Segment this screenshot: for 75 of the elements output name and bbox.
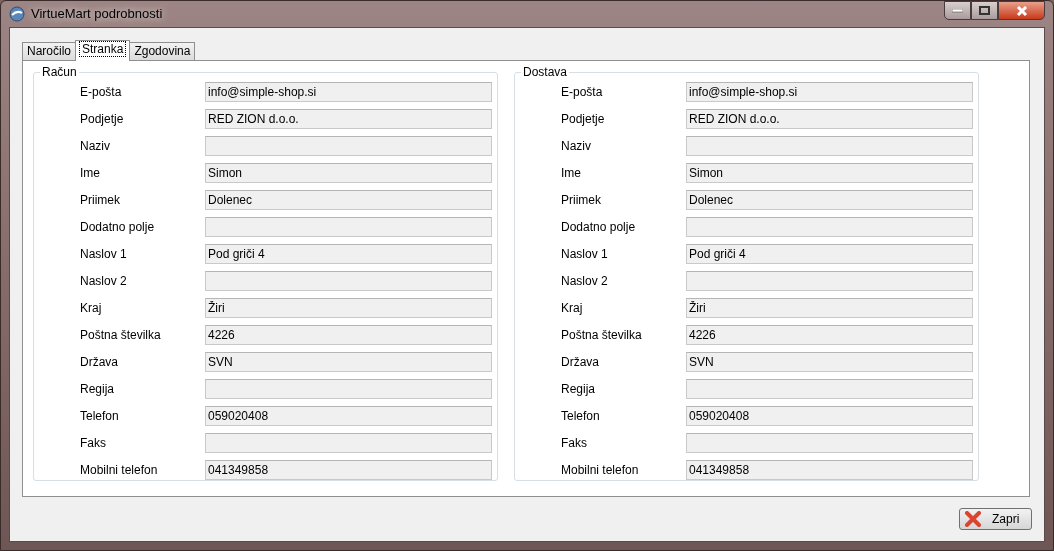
input-field[interactable] bbox=[686, 216, 973, 237]
input-field[interactable] bbox=[686, 378, 973, 399]
input-field[interactable]: SVN bbox=[205, 351, 492, 372]
field-label: Naslov 1 bbox=[80, 245, 128, 263]
field-label: Naslov 1 bbox=[561, 245, 609, 263]
tab[interactable]: Stranka bbox=[75, 40, 131, 61]
field-label: Mobilni telefon bbox=[80, 461, 159, 479]
field-label: Naslov 2 bbox=[561, 272, 609, 290]
maximize-icon bbox=[979, 6, 990, 15]
input-field[interactable] bbox=[686, 135, 973, 156]
input-field[interactable]: Žiri bbox=[686, 297, 973, 318]
input-field[interactable] bbox=[205, 432, 492, 453]
minimize-button[interactable] bbox=[944, 1, 971, 20]
tab[interactable]: Zgodovina bbox=[129, 42, 196, 60]
input-field[interactable]: Žiri bbox=[205, 297, 492, 318]
input-field[interactable]: 041349858 bbox=[686, 459, 973, 480]
input-field[interactable] bbox=[686, 270, 973, 291]
field-label: Poštna številka bbox=[80, 326, 162, 344]
field-label: Poštna številka bbox=[561, 326, 643, 344]
field-label: Ime bbox=[80, 164, 101, 182]
field-label: Kraj bbox=[561, 299, 584, 317]
field-label: Kraj bbox=[80, 299, 103, 317]
input-field[interactable]: Pod griči 4 bbox=[686, 243, 973, 264]
field-label: Regija bbox=[561, 380, 597, 398]
input-field[interactable] bbox=[205, 135, 492, 156]
field-label: Dodatno polje bbox=[561, 218, 637, 236]
field-label: Država bbox=[561, 353, 600, 371]
input-field[interactable]: 059020408 bbox=[686, 405, 973, 426]
input-field[interactable]: RED ZION d.o.o. bbox=[686, 108, 973, 129]
input-field[interactable]: RED ZION d.o.o. bbox=[205, 108, 492, 129]
field-label: Ime bbox=[561, 164, 582, 182]
field-label: E-pošta bbox=[561, 83, 604, 101]
input-field[interactable]: 4226 bbox=[205, 324, 492, 345]
window-title: VirtueMart podrobnosti bbox=[31, 5, 163, 24]
field-label: Podjetje bbox=[561, 110, 606, 128]
close-button[interactable] bbox=[998, 1, 1045, 20]
input-field[interactable]: 059020408 bbox=[205, 405, 492, 426]
minimize-icon bbox=[952, 8, 963, 13]
field-label: Dodatno polje bbox=[80, 218, 156, 236]
field-label: Mobilni telefon bbox=[561, 461, 640, 479]
field-label: Priimek bbox=[561, 191, 602, 209]
close-button[interactable]: Zapri bbox=[959, 508, 1032, 530]
field-label: Naziv bbox=[80, 137, 111, 155]
maximize-button[interactable] bbox=[971, 1, 998, 20]
cross-icon bbox=[964, 511, 982, 527]
input-field[interactable] bbox=[205, 378, 492, 399]
field-label: Država bbox=[80, 353, 119, 371]
input-field[interactable]: info@simple-shop.si bbox=[205, 81, 492, 102]
field-label: Podjetje bbox=[80, 110, 125, 128]
input-field[interactable]: Pod griči 4 bbox=[205, 243, 492, 264]
input-field[interactable] bbox=[205, 270, 492, 291]
close-icon bbox=[1015, 5, 1028, 16]
field-label: Priimek bbox=[80, 191, 121, 209]
input-field[interactable]: Simon bbox=[205, 162, 492, 183]
field-label: Faks bbox=[561, 434, 588, 452]
input-field[interactable] bbox=[686, 432, 973, 453]
input-field[interactable]: 041349858 bbox=[205, 459, 492, 480]
field-label: Regija bbox=[80, 380, 116, 398]
input-field[interactable]: Dolenec bbox=[686, 189, 973, 210]
input-field[interactable]: Dolenec bbox=[205, 189, 492, 210]
field-label: Naziv bbox=[561, 137, 592, 155]
field-label: Telefon bbox=[561, 407, 601, 425]
field-label: Faks bbox=[80, 434, 107, 452]
input-field[interactable]: 4226 bbox=[686, 324, 973, 345]
app-icon bbox=[9, 6, 25, 22]
input-field[interactable]: SVN bbox=[686, 351, 973, 372]
field-label: E-pošta bbox=[80, 83, 123, 101]
group-title: Račun bbox=[40, 65, 79, 79]
input-field[interactable] bbox=[205, 216, 492, 237]
input-field[interactable]: info@simple-shop.si bbox=[686, 81, 973, 102]
input-field[interactable]: Simon bbox=[686, 162, 973, 183]
tab[interactable]: Naročilo bbox=[22, 42, 76, 60]
field-label: Naslov 2 bbox=[80, 272, 128, 290]
field-label: Telefon bbox=[80, 407, 120, 425]
group-title: Dostava bbox=[521, 65, 570, 79]
